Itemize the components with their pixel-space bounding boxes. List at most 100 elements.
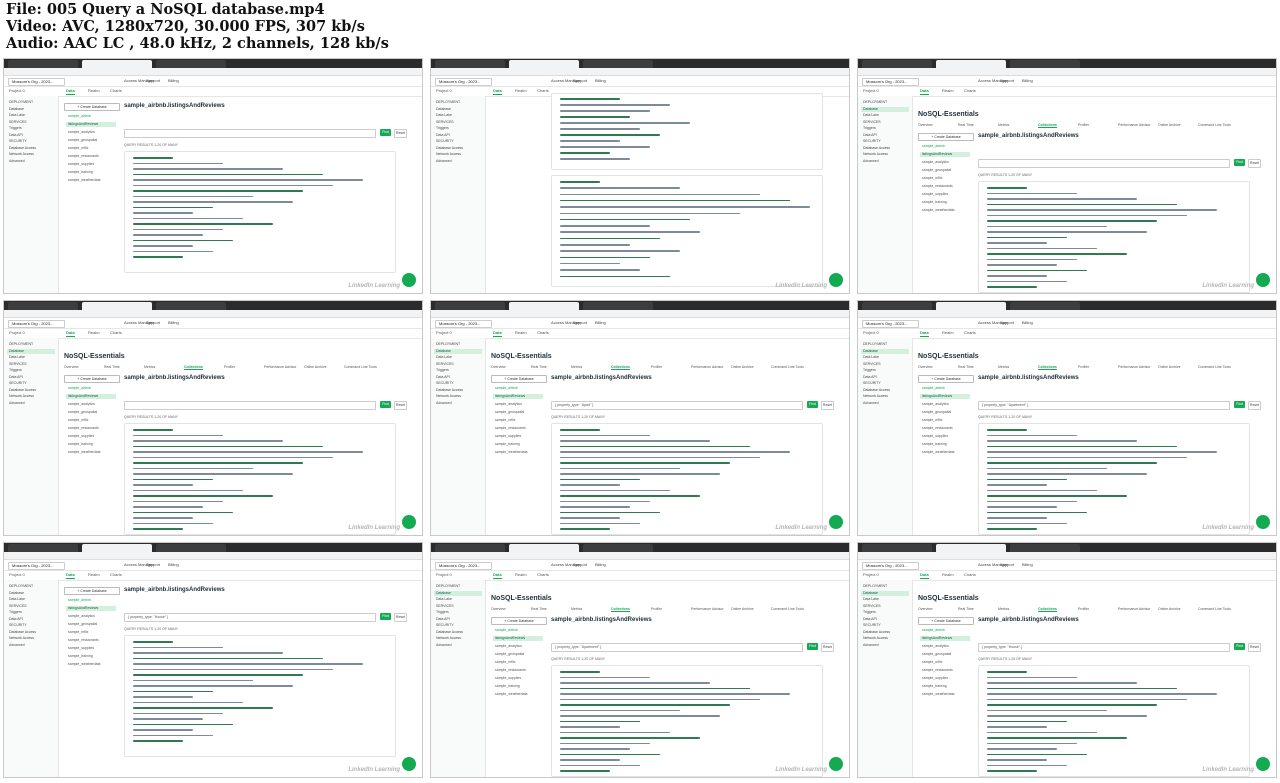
create-database-button[interactable]: + Create Database [918, 375, 974, 383]
sidebar-item[interactable]: Network Access [9, 394, 34, 399]
org-selector[interactable]: Mossom's Org - 2023... [862, 78, 919, 86]
sidebar-item[interactable]: Data API [863, 617, 877, 622]
database-item[interactable]: sample_supplies [68, 646, 94, 651]
nav-item[interactable]: Billing [168, 78, 179, 84]
nav-item[interactable]: Billing [595, 562, 606, 568]
sidebar-item[interactable]: Data API [863, 375, 877, 380]
cluster-tab[interactable]: Collections [1038, 365, 1057, 370]
nav-item[interactable]: Support [1000, 562, 1014, 568]
database-item[interactable]: sample_weatherdata [495, 692, 528, 697]
sidebar-item[interactable]: Data API [436, 375, 450, 380]
sidebar-item[interactable]: Data Lake [9, 113, 25, 118]
sidebar-item[interactable]: Network Access [436, 636, 461, 641]
database-item[interactable]: listingsAndReviews [66, 606, 116, 611]
subnav-tab-realm[interactable]: Realm [515, 572, 527, 578]
subnav-tab-realm[interactable]: Realm [515, 330, 527, 336]
org-selector[interactable]: Mossom's Org - 2023... [8, 320, 65, 328]
browser-tab[interactable] [8, 544, 78, 552]
subnav-tab-charts[interactable]: Charts [964, 330, 976, 336]
database-item[interactable]: sample_restaurants [68, 154, 99, 159]
find-button[interactable]: Find [807, 401, 818, 408]
browser-tab[interactable] [8, 60, 78, 68]
sidebar-item[interactable]: DEPLOYMENT [863, 100, 887, 105]
cluster-tab[interactable]: Collections [1038, 123, 1057, 128]
browser-tab[interactable] [936, 544, 1006, 552]
cluster-tab[interactable]: Real Time [958, 123, 974, 127]
browser-address-bar[interactable] [858, 68, 1276, 76]
browser-tab[interactable] [1010, 60, 1080, 68]
database-item[interactable]: sample_geospatial [495, 410, 524, 415]
database-item[interactable]: sample_mflix [495, 660, 515, 665]
sidebar-item[interactable]: Advanced [9, 159, 25, 164]
database-item[interactable]: sample_airbnb [495, 628, 518, 633]
browser-tab[interactable] [435, 544, 505, 552]
chat-fab-button[interactable] [829, 757, 843, 771]
database-item[interactable]: sample_weatherdata [68, 450, 101, 455]
project-selector[interactable]: Project 0 [436, 572, 452, 578]
sidebar-item[interactable]: Database Access [9, 630, 36, 635]
database-item[interactable]: sample_mflix [922, 660, 942, 665]
cluster-tab[interactable]: Collections [611, 365, 630, 370]
sidebar-item[interactable]: Triggers [863, 610, 876, 615]
project-selector[interactable]: Project 0 [9, 572, 25, 578]
sidebar-item[interactable]: Database [434, 348, 482, 354]
database-item[interactable]: listingsAndReviews [493, 636, 543, 641]
subnav-tab-realm[interactable]: Realm [515, 88, 527, 94]
browser-tab[interactable] [509, 544, 579, 552]
sidebar-item[interactable]: Network Access [436, 152, 461, 157]
database-item[interactable]: listingsAndReviews [920, 394, 970, 399]
subnav-tab-data[interactable]: Data [493, 572, 502, 579]
reset-button[interactable]: Reset [394, 613, 407, 622]
subnav-tab-data[interactable]: Data [493, 88, 502, 95]
chat-fab-button[interactable] [402, 757, 416, 771]
subnav-tab-data[interactable]: Data [920, 330, 929, 337]
project-selector[interactable]: Project 0 [436, 330, 452, 336]
sidebar-item[interactable]: DEPLOYMENT [436, 584, 460, 589]
browser-tab[interactable] [936, 302, 1006, 310]
subnav-tab-charts[interactable]: Charts [110, 330, 122, 336]
cluster-tab[interactable]: Command Line Tools [771, 607, 804, 611]
sidebar-item[interactable]: SECURITY [9, 381, 27, 386]
sidebar-item[interactable]: Triggers [436, 126, 449, 131]
subnav-tab-charts[interactable]: Charts [537, 330, 549, 336]
reset-button[interactable]: Reset [821, 401, 834, 410]
browser-address-bar[interactable] [431, 552, 849, 560]
browser-tab[interactable] [862, 60, 932, 68]
sidebar-item[interactable]: SERVICES [9, 362, 27, 367]
cluster-tab[interactable]: Metrics [571, 607, 582, 611]
sidebar-item[interactable]: Advanced [863, 401, 879, 406]
browser-tab[interactable] [156, 544, 226, 552]
database-item[interactable]: sample_geospatial [68, 410, 97, 415]
sidebar-item[interactable]: SERVICES [436, 120, 454, 125]
browser-tab[interactable] [583, 60, 653, 68]
nav-item[interactable]: Support [146, 78, 160, 84]
browser-tab[interactable] [1010, 544, 1080, 552]
browser-address-bar[interactable] [4, 68, 422, 76]
browser-address-bar[interactable] [858, 552, 1276, 560]
find-button[interactable]: Find [380, 613, 391, 620]
find-button[interactable]: Find [807, 643, 818, 650]
nav-item[interactable]: Billing [595, 78, 606, 84]
subnav-tab-data[interactable]: Data [66, 88, 75, 95]
sidebar-item[interactable]: Network Access [863, 636, 888, 641]
sidebar-item[interactable]: DEPLOYMENT [863, 342, 887, 347]
database-item[interactable]: sample_supplies [922, 676, 948, 681]
sidebar-item[interactable]: Triggers [9, 368, 22, 373]
sidebar-item[interactable]: Network Access [436, 394, 461, 399]
sidebar-item[interactable]: Database Access [863, 388, 890, 393]
browser-tab[interactable] [435, 302, 505, 310]
sidebar-item[interactable]: SERVICES [863, 120, 881, 125]
nav-item[interactable]: Support [1000, 320, 1014, 326]
org-selector[interactable]: Mossom's Org - 2023... [862, 320, 919, 328]
find-button[interactable]: Find [1234, 159, 1245, 166]
nav-item[interactable]: Billing [1022, 320, 1033, 326]
database-item[interactable]: sample_analytics [68, 130, 95, 135]
database-item[interactable]: listingsAndReviews [920, 152, 970, 157]
cluster-tab[interactable]: Overview [918, 607, 933, 611]
project-selector[interactable]: Project 0 [863, 572, 879, 578]
filter-input[interactable] [124, 129, 376, 138]
subnav-tab-data[interactable]: Data [493, 330, 502, 337]
chat-fab-button[interactable] [829, 515, 843, 529]
cluster-tab[interactable]: Metrics [998, 123, 1009, 127]
sidebar-item[interactable]: Data Lake [436, 113, 452, 118]
